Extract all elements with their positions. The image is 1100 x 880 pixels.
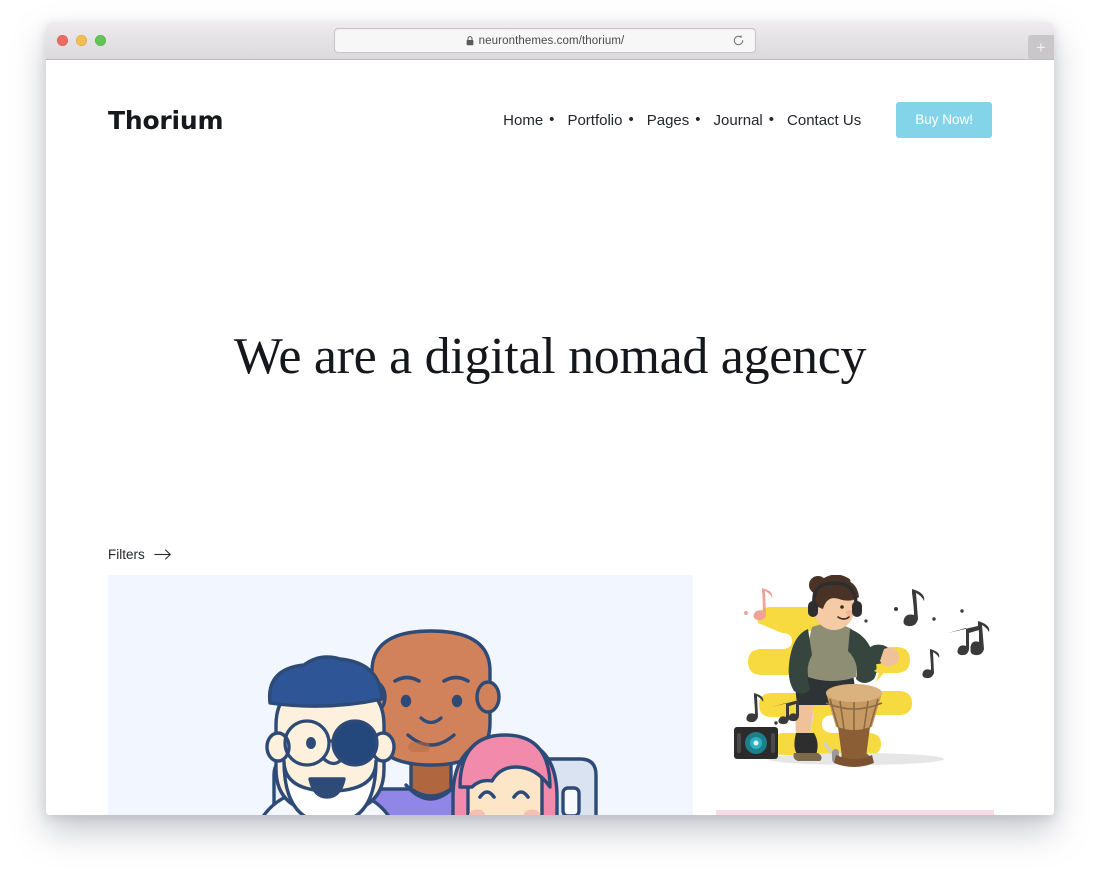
nav-item-journal[interactable]: Journal •: [708, 112, 774, 129]
djembe-drummer-illustration: [734, 575, 990, 767]
window-controls: [57, 35, 106, 46]
portfolio-item-team[interactable]: [108, 575, 693, 815]
close-window-button[interactable]: [57, 35, 68, 46]
nav-label: Home: [503, 111, 544, 129]
browser-toolbar: neuronthemes.com/thorium/ +: [46, 22, 1054, 60]
page-title: We are a digital nomad agency: [233, 328, 867, 385]
nav-label: Pages: [646, 111, 690, 129]
chevron-down-icon: •: [695, 110, 701, 128]
reload-button[interactable]: [731, 33, 746, 48]
zoom-window-button[interactable]: [95, 35, 106, 46]
url-text: neuronthemes.com/thorium/: [478, 34, 625, 47]
chevron-down-icon: •: [549, 110, 555, 128]
minimize-window-button[interactable]: [76, 35, 87, 46]
filters-label: Filters: [108, 547, 145, 562]
nav-item-contact-us[interactable]: Contact Us: [781, 112, 867, 129]
screenshot-stage: neuronthemes.com/thorium/ + Thorium Home…: [0, 0, 1100, 880]
hero-section: We are a digital nomad agency: [46, 328, 1054, 385]
page-viewport: Thorium Home • Portfolio • Pages • Journ…: [46, 60, 1054, 815]
url-display: neuronthemes.com/thorium/: [466, 35, 625, 47]
three-people-illustration: [262, 629, 598, 815]
lock-icon: [466, 35, 474, 45]
site-header: Thorium Home • Portfolio • Pages • Journ…: [46, 60, 1054, 180]
browser-window: neuronthemes.com/thorium/ + Thorium Home…: [46, 22, 1054, 815]
portfolio-item-pink[interactable]: [716, 810, 994, 815]
new-tab-label: +: [1036, 37, 1046, 57]
nav-label: Contact Us: [787, 111, 862, 129]
filters-toggle[interactable]: Filters: [108, 547, 172, 562]
portfolio-item-drummer[interactable]: [716, 575, 994, 787]
filters-row: Filters: [108, 546, 172, 564]
portfolio-grid: [108, 575, 994, 815]
main-navigation: Home • Portfolio • Pages • Journal • Con…: [497, 102, 992, 138]
new-tab-button[interactable]: +: [1028, 35, 1054, 59]
portfolio-right-column: [716, 575, 994, 815]
nav-label: Portfolio: [567, 111, 623, 129]
nav-item-portfolio[interactable]: Portfolio •: [561, 112, 633, 129]
chevron-down-icon: •: [628, 110, 634, 128]
chevron-down-icon: •: [768, 110, 775, 128]
arrow-right-icon: [154, 549, 171, 560]
nav-item-pages[interactable]: Pages •: [641, 112, 701, 129]
reload-icon: [733, 34, 744, 46]
brand-logo[interactable]: Thorium: [108, 106, 224, 135]
nav-item-home[interactable]: Home •: [497, 112, 554, 129]
buy-now-button[interactable]: Buy Now!: [896, 102, 992, 138]
address-bar[interactable]: neuronthemes.com/thorium/: [334, 28, 756, 53]
nav-label: Journal: [713, 111, 763, 129]
